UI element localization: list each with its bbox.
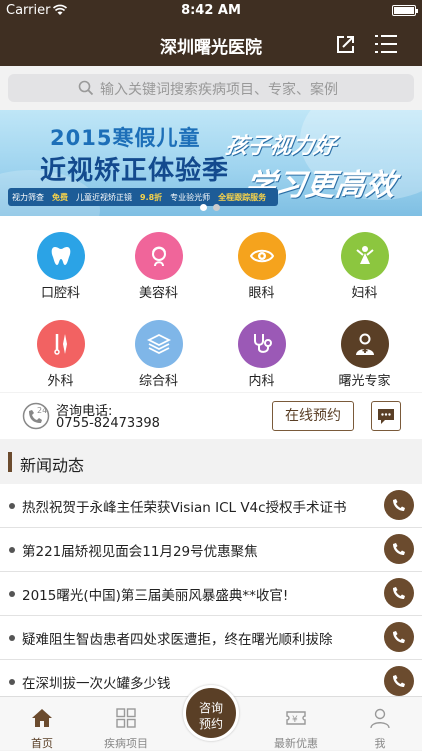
dept-label: 综合科: [138, 374, 178, 389]
tab-label: 我: [374, 737, 386, 750]
coupon-icon: ¥: [286, 711, 306, 725]
dept-general[interactable]: 综合科: [106, 304, 211, 392]
tab-label: 最新优惠: [274, 737, 318, 750]
phone-icon: [393, 675, 405, 687]
page-indicator[interactable]: [197, 204, 223, 211]
bullet: [9, 503, 15, 509]
promo-banner[interactable]: 2015寒假儿童 近视矫正体验季 孩子视力好 学习更高效 视力筛查 免费 儿童近视…: [0, 110, 422, 216]
svg-text:24: 24: [37, 406, 47, 415]
list-item[interactable]: 疑难阻生智齿患者四处求医遭拒，终在曙光顺利拔除: [0, 616, 422, 660]
svg-text:¥: ¥: [292, 715, 298, 725]
search-bar: 输入关键词搜索疾病项目、专家、案例: [0, 66, 422, 110]
banner-slogan-1: 孩子视力好: [223, 134, 338, 159]
dept-label: 美容科: [138, 286, 178, 301]
clock: 8:42 AM: [181, 3, 241, 18]
page-dot-active[interactable]: [200, 204, 207, 211]
call-button[interactable]: [384, 622, 414, 652]
online-booking-button[interactable]: 在线预约: [272, 401, 354, 431]
chat-bubble-icon: [378, 409, 394, 424]
bullet: [9, 679, 15, 685]
news-title[interactable]: 2015曙光(中国)第三届美丽风暴盛典**收官!: [22, 584, 374, 604]
grid-icon: [116, 708, 136, 728]
news-heading: 新闻动态: [20, 456, 85, 475]
phone-icon: [393, 499, 405, 511]
nav-bar: 深圳曙光医院: [0, 22, 422, 66]
call-button[interactable]: [384, 534, 414, 564]
status-bar: Carrier 8:42 AM: [0, 0, 422, 22]
banner-headline-1: 2015寒假儿童: [50, 126, 201, 150]
list-item[interactable]: 热烈祝贺于永峰主任荣获Visian ICL V4c授权手术证书: [0, 484, 422, 528]
booking-label: 预约: [198, 717, 223, 731]
layers-icon: [135, 320, 183, 368]
contact-bar: 24 咨询电话: 0755-82473398 在线预约: [0, 393, 422, 439]
news-title[interactable]: 热烈祝贺于永峰主任荣获Visian ICL V4c授权手术证书: [22, 496, 374, 516]
phone-icon: [393, 543, 405, 555]
tab-bar: 首页 疾病项目 咨询 预约 ¥ 最新优惠 我: [0, 685, 422, 751]
dept-label: 妇科: [351, 286, 378, 301]
banner-offer-strip: 视力筛查 免费 儿童近视矫正镜 9.8折 专业验光师 全程跟踪服务: [8, 188, 279, 206]
doctor-icon: [341, 320, 389, 368]
consult-phone-number[interactable]: 0755-82473398: [56, 416, 160, 431]
consult-label: 咨询: [198, 701, 223, 715]
dept-label: 口腔科: [40, 286, 80, 301]
dept-beauty[interactable]: 美容科: [106, 216, 211, 304]
dept-experts[interactable]: 曙光专家: [312, 304, 417, 392]
dept-dental[interactable]: 口腔科: [8, 216, 113, 304]
share-icon[interactable]: [334, 32, 358, 56]
call-button[interactable]: [384, 490, 414, 520]
banner-offer: 视力筛查 免费: [12, 192, 68, 202]
banner-offer: 专业验光师 全程跟踪服务: [170, 192, 267, 202]
consult-booking-button[interactable]: 咨询 预约: [183, 685, 239, 741]
banner-headline-2: 近视矫正体验季: [40, 156, 230, 186]
stethoscope-icon: [238, 320, 286, 368]
tab-diseases[interactable]: 疾病项目: [84, 697, 168, 751]
search-input[interactable]: 输入关键词搜索疾病项目、专家、案例: [8, 74, 414, 102]
tab-me[interactable]: 我: [338, 697, 422, 751]
female-figure-icon: [341, 232, 389, 280]
surgical-tools-icon: [37, 320, 85, 368]
battery-icon: [392, 5, 418, 16]
news-title[interactable]: 第221届矫视见面会11月29号优惠聚焦: [22, 540, 374, 560]
news-title[interactable]: 疑难阻生智齿患者四处求医遭拒，终在曙光顺利拔除: [22, 628, 374, 648]
dept-label: 眼科: [248, 286, 275, 301]
search-placeholder: 输入关键词搜索疾病项目、专家、案例: [100, 82, 338, 98]
search-icon: [78, 80, 94, 96]
bullet: [9, 591, 15, 597]
tab-label: 疾病项目: [104, 737, 148, 750]
bullet: [9, 547, 15, 553]
banner-offer: 儿童近视矫正镜 9.8折: [76, 192, 163, 202]
page-title: 深圳曙光医院: [160, 38, 262, 58]
tab-home[interactable]: 首页: [0, 697, 84, 751]
dept-surgery[interactable]: 外科: [8, 304, 113, 392]
list-item[interactable]: 2015曙光(中国)第三届美丽风暴盛典**收官!: [0, 572, 422, 616]
dept-gynecology[interactable]: 妇科: [312, 216, 417, 304]
news-section-header: 新闻动态: [0, 448, 422, 478]
call-button[interactable]: [384, 578, 414, 608]
phone-icon: [393, 631, 405, 643]
dept-eye[interactable]: 眼科: [209, 216, 314, 304]
bullet: [9, 635, 15, 641]
news-list: 热烈祝贺于永峰主任荣获Visian ICL V4c授权手术证书 第221届矫视见…: [0, 484, 422, 696]
tab-offers[interactable]: ¥ 最新优惠: [254, 697, 338, 751]
dept-label: 曙光专家: [338, 374, 391, 389]
department-grid: 口腔科 美容科 眼科 妇科 外科 综合科 内科 曙光专家: [0, 216, 422, 392]
section-accent-bar: [8, 452, 12, 472]
tab-label: 首页: [31, 737, 53, 750]
eye-icon: [238, 232, 286, 280]
list-item[interactable]: 第221届矫视见面会11月29号优惠聚焦: [0, 528, 422, 572]
phone-24h-icon[interactable]: 24: [22, 402, 50, 430]
dept-label: 外科: [47, 374, 74, 389]
home-icon: [32, 709, 52, 727]
beauty-face-icon: [135, 232, 183, 280]
call-button[interactable]: [384, 666, 414, 696]
chat-button[interactable]: [371, 401, 401, 431]
page-dot[interactable]: [213, 204, 220, 211]
phone-icon: [393, 587, 405, 599]
dept-internal[interactable]: 内科: [209, 304, 314, 392]
menu-icon[interactable]: [374, 32, 398, 56]
tooth-icon: [37, 232, 85, 280]
person-icon: [370, 708, 390, 729]
dept-label: 内科: [248, 374, 275, 389]
